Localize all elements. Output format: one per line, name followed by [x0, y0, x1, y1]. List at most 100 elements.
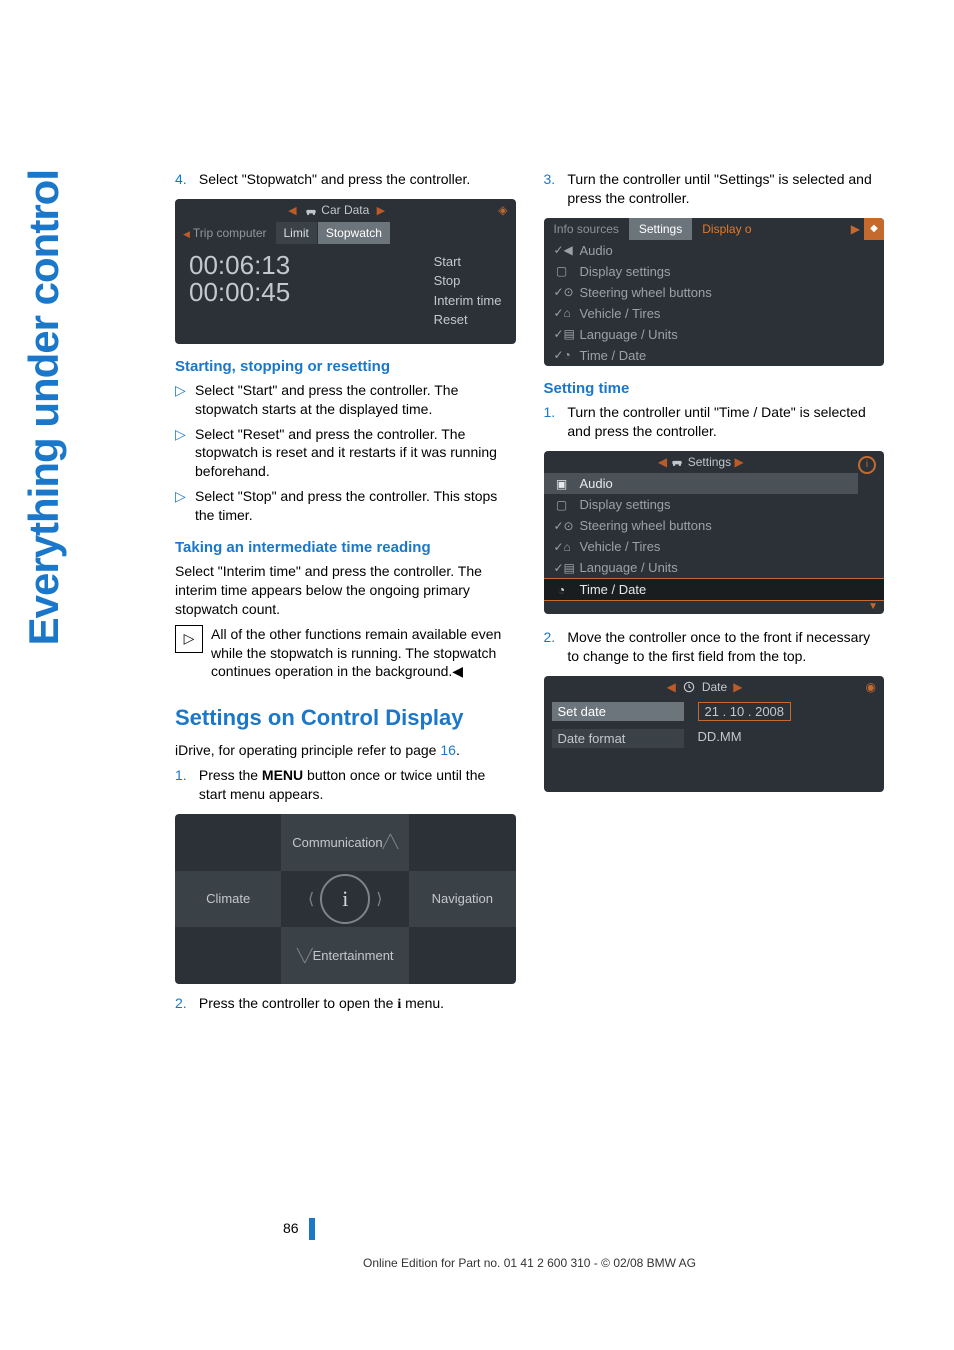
tab-trip-computer[interactable]: Trip computer	[175, 222, 276, 244]
top-right-dot-icon: ◉	[866, 680, 876, 694]
scroll-indicator-icon: ◆	[864, 218, 884, 240]
item-audio[interactable]: Audio	[580, 243, 613, 258]
heading-start-stop-reset: Starting, stopping or resetting	[175, 358, 516, 375]
heading-settings-control-display: Settings on Control Display	[175, 705, 516, 731]
step-text: Select "Stopwatch" and press the control…	[199, 170, 515, 189]
screen-title: Car Data	[321, 203, 369, 217]
step-text-b: menu.	[401, 995, 444, 1011]
bullet-stop: Select "Stop" and press the controller. …	[195, 487, 516, 525]
para-idrive: iDrive, for operating principle refer to…	[175, 741, 516, 760]
language-icon: ✓▤	[554, 327, 570, 341]
car-icon	[670, 455, 684, 469]
audio-icon: ✓◀	[554, 243, 570, 257]
step-number: 2.	[544, 628, 564, 647]
heading-interim: Taking an intermediate time reading	[175, 539, 516, 556]
stopwatch-screen: ◀ Car Data ▶ ◈ Trip computer Limit Stopw…	[175, 199, 516, 344]
tab-settings[interactable]: Settings	[629, 218, 692, 240]
nav-entertainment[interactable]: ╲╱ Entertainment	[281, 927, 409, 984]
set-date-value[interactable]: 21 . 10 . 2008	[698, 702, 792, 721]
page-number-bar	[309, 1218, 315, 1240]
item-audio[interactable]: Audio	[580, 476, 613, 491]
info-dot-icon: i	[858, 456, 876, 474]
menu-button-label: MENU	[262, 767, 303, 783]
item-language-units[interactable]: Language / Units	[580, 327, 678, 342]
step-number: 1.	[175, 766, 195, 785]
item-display-settings[interactable]: Display settings	[580, 497, 671, 512]
clock-icon: ◔	[554, 583, 570, 597]
start-menu-screen: Communication ╱╲ Climate ⟨ i ⟩ Navigatio…	[175, 814, 516, 984]
settings-tab-screen: Info sources Settings Display o ▶ ◆ ✓◀ Au…	[544, 218, 885, 366]
step-1-right: 1. Turn the controller until "Time / Dat…	[544, 403, 885, 441]
tab-display[interactable]: Display o	[692, 218, 761, 240]
vehicle-icon: ✓⌂	[554, 306, 570, 320]
action-start[interactable]: Start	[434, 252, 502, 272]
arrow-right-icon: ▶	[734, 455, 743, 469]
language-icon: ✓▤	[554, 561, 570, 575]
car-icon	[304, 204, 318, 218]
arrow-left-icon: ◀	[658, 455, 667, 469]
step-text-a: Press the controller to open the	[199, 995, 397, 1011]
info-icon[interactable]: i	[320, 874, 370, 924]
step-number: 2.	[175, 994, 195, 1013]
triangle-bullet-icon: ▷	[175, 487, 195, 525]
scroll-down-icon: ▼	[544, 601, 885, 614]
top-right-dot-icon: ◈	[498, 203, 507, 217]
triangle-bullet-icon: ▷	[175, 381, 195, 419]
arrow-left-icon: ◀	[284, 205, 300, 217]
item-steering-wheel[interactable]: Steering wheel buttons	[580, 518, 712, 533]
note-text: All of the other functions remain availa…	[211, 625, 516, 682]
chevron-right-icon: ⟩	[370, 889, 388, 909]
audio-icon: ▣	[554, 477, 570, 491]
footer-text: Online Edition for Part no. 01 41 2 600 …	[175, 1256, 884, 1270]
item-vehicle-tires[interactable]: Vehicle / Tires	[580, 539, 661, 554]
step-text: Turn the controller until "Time / Date" …	[567, 403, 883, 441]
arrow-left-icon: ◀	[667, 680, 676, 694]
stopwatch-interim-time: 00:00:45	[189, 279, 434, 306]
step-number: 3.	[544, 170, 564, 189]
set-date-label[interactable]: Set date	[552, 702, 684, 721]
item-time-date[interactable]: Time / Date	[580, 348, 647, 363]
tab-limit[interactable]: Limit	[276, 222, 318, 244]
step-3: 3. Turn the controller until "Settings" …	[544, 170, 885, 208]
page-number: 86	[283, 1220, 305, 1236]
date-format-label[interactable]: Date format	[552, 729, 684, 748]
arrow-right-icon: ▶	[733, 680, 742, 694]
step-1-left: 1. Press the MENU button once or twice u…	[175, 766, 516, 804]
item-vehicle-tires[interactable]: Vehicle / Tires	[580, 306, 661, 321]
screen-title-settings: Settings	[688, 455, 731, 469]
item-display-settings[interactable]: Display settings	[580, 264, 671, 279]
nav-communication[interactable]: Communication ╱╲	[281, 814, 409, 871]
page-link-16[interactable]: 16	[440, 742, 456, 758]
date-screen: ◀ Date ▶ ◉ Set date 21 . 10 . 2008 Date …	[544, 676, 885, 792]
steering-wheel-icon: ✓⊙	[554, 519, 570, 533]
tab-info-sources[interactable]: Info sources	[544, 218, 629, 240]
bullet-start: Select "Start" and press the controller.…	[195, 381, 516, 419]
chevron-down-icon: ╲╱	[297, 948, 313, 964]
display-icon: ▢	[554, 264, 570, 278]
step-text-a: Press the	[199, 767, 262, 783]
steering-wheel-icon: ✓⊙	[554, 285, 570, 299]
step-text: Move the controller once to the front if…	[567, 628, 883, 666]
side-tab: Everything under control	[20, 170, 68, 645]
action-reset[interactable]: Reset	[434, 310, 502, 330]
chevron-left-icon: ⟨	[302, 889, 320, 909]
action-interim[interactable]: Interim time	[434, 291, 502, 311]
nav-navigation[interactable]: Navigation	[409, 871, 515, 928]
vehicle-icon: ✓⌂	[554, 540, 570, 554]
item-time-date-selected[interactable]: Time / Date	[580, 582, 647, 597]
action-stop[interactable]: Stop	[434, 271, 502, 291]
settings-list-screen: ◀ Settings ▶ i ▣Audio ▢Display settings …	[544, 451, 885, 615]
triangle-bullet-icon: ▷	[175, 425, 195, 482]
tab-stopwatch[interactable]: Stopwatch	[318, 222, 391, 244]
display-icon: ▢	[554, 498, 570, 512]
item-language-units[interactable]: Language / Units	[580, 560, 678, 575]
item-steering-wheel[interactable]: Steering wheel buttons	[580, 285, 712, 300]
bullet-reset: Select "Reset" and press the controller.…	[195, 425, 516, 482]
clock-icon	[682, 680, 696, 694]
nav-climate[interactable]: Climate	[175, 871, 281, 928]
step-number: 1.	[544, 403, 564, 422]
arrow-right-icon: ▶	[847, 218, 864, 240]
step-4: 4. Select "Stopwatch" and press the cont…	[175, 170, 516, 189]
heading-setting-time: Setting time	[544, 380, 885, 397]
stopwatch-primary-time: 00:06:13	[189, 252, 434, 279]
